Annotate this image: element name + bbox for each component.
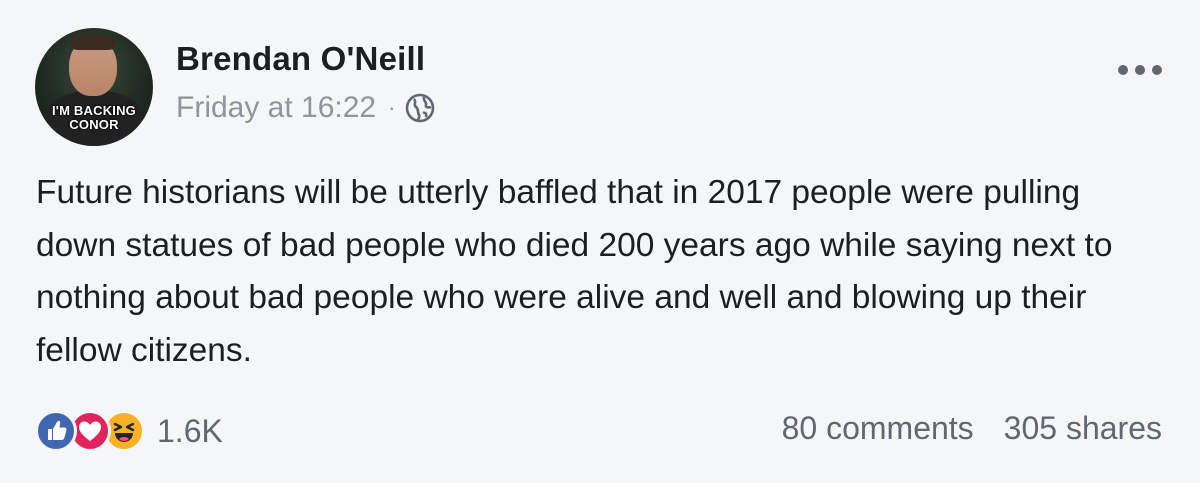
post-text: Future historians will be utterly baffle…	[36, 174, 1113, 369]
globe-icon[interactable]	[405, 93, 435, 123]
avatar-badge: I'M BACKING CONOR	[35, 104, 153, 146]
comments-link[interactable]: 80 comments	[782, 410, 974, 447]
reactions-summary[interactable]: 1.6K	[35, 408, 223, 454]
author-name[interactable]: Brendan O'Neill	[176, 40, 425, 78]
facebook-post: I'M BACKING CONOR Brendan O'Neill Friday…	[0, 0, 1200, 483]
post-meta: Friday at 16:22 ·	[176, 91, 435, 125]
shares-link[interactable]: 305 shares	[1004, 410, 1162, 447]
meta-separator: ·	[388, 95, 396, 120]
avatar-hair	[71, 34, 115, 50]
engagement-stats: 80 comments 305 shares	[782, 410, 1162, 447]
avatar[interactable]: I'M BACKING CONOR	[35, 28, 153, 146]
reaction-count: 1.6K	[157, 412, 223, 449]
like-icon	[35, 410, 77, 452]
more-dot	[1152, 65, 1162, 75]
more-dot	[1135, 65, 1145, 75]
avatar-badge-line1: I'M BACKING	[51, 103, 136, 118]
avatar-badge-line2: CONOR	[69, 117, 119, 132]
post-timestamp[interactable]: Friday at 16:22	[176, 91, 376, 125]
more-options-icon[interactable]	[1118, 62, 1166, 75]
more-dot	[1118, 65, 1128, 75]
